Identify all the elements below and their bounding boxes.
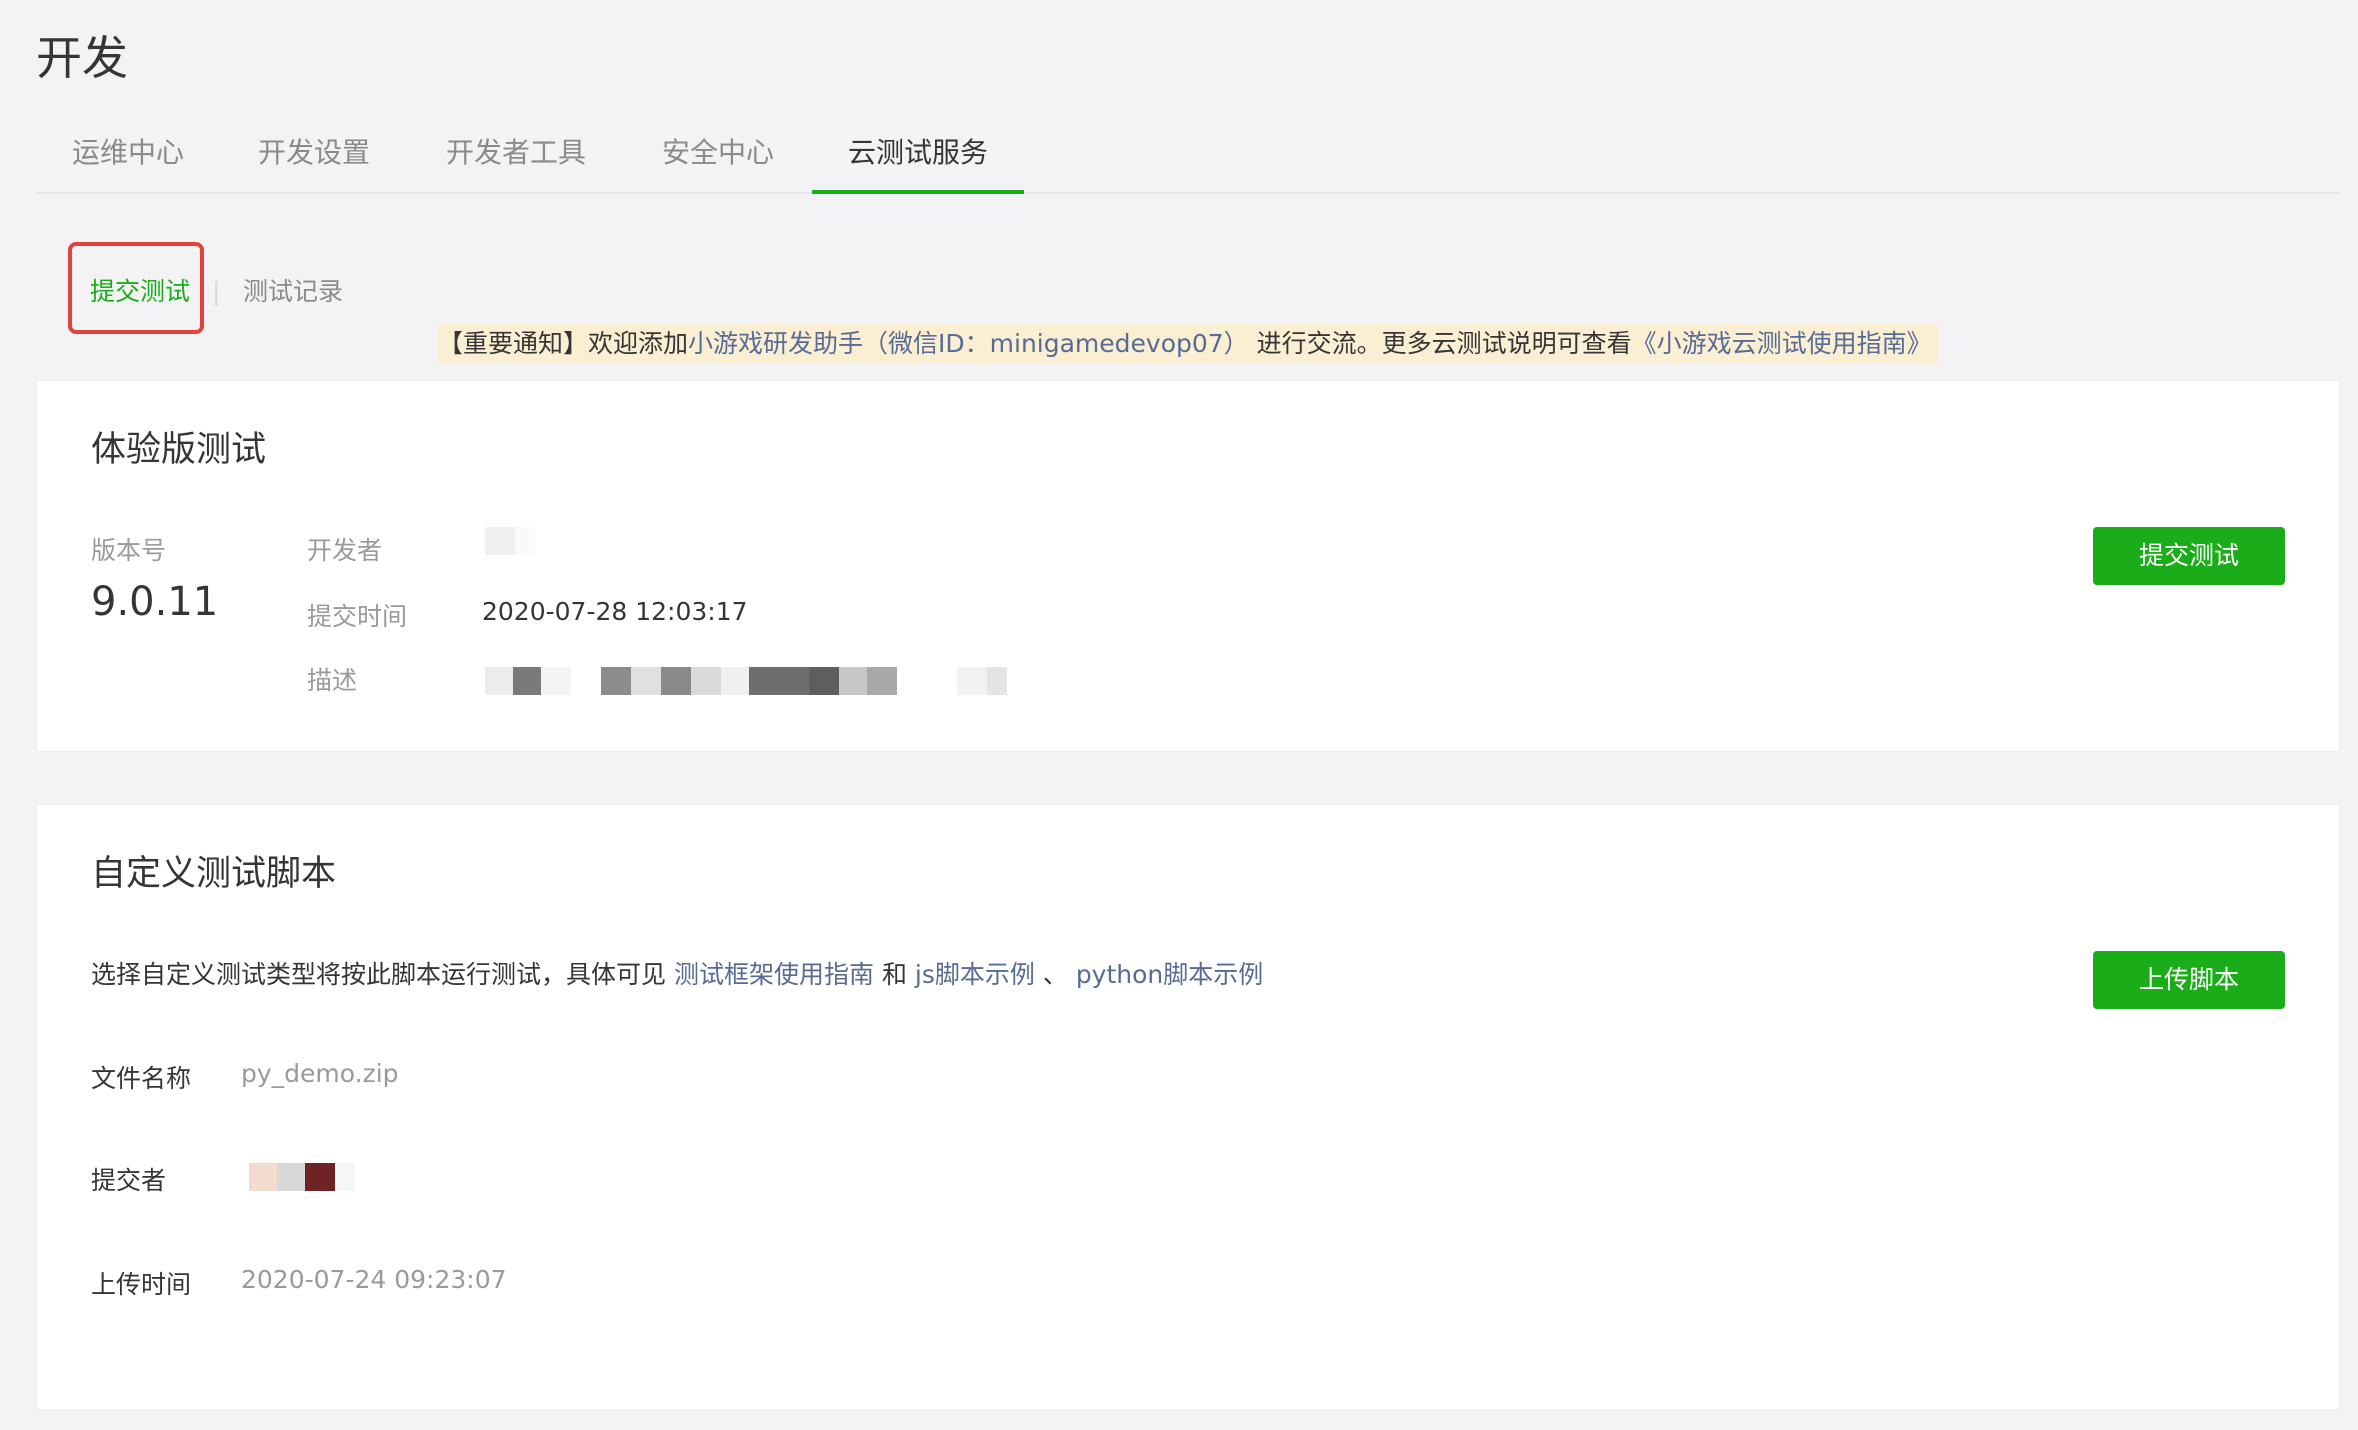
submit-time-value: 2020-07-28 12:03:17 xyxy=(482,597,748,626)
notice-assistant-link[interactable]: 小游戏研发助手（微信ID：minigamedevop07） xyxy=(688,329,1249,358)
subnav-separator: | xyxy=(212,277,221,306)
script-card-title: 自定义测试脚本 xyxy=(91,854,337,894)
developer-label: 开发者 xyxy=(307,536,383,565)
upload-time-label: 上传时间 xyxy=(91,1270,192,1299)
and-text: 和 xyxy=(881,960,907,989)
developer-value-redacted xyxy=(485,527,535,555)
script-desc-prefix: 选择自定义测试类型将按此脚本运行测试，具体可见 xyxy=(91,960,667,989)
js-example-link[interactable]: js脚本示例 xyxy=(915,960,1035,989)
notice-middle: 进行交流。更多云测试说明可查看 xyxy=(1256,329,1632,358)
python-example-link[interactable]: python脚本示例 xyxy=(1076,960,1263,989)
framework-guide-link[interactable]: 测试框架使用指南 xyxy=(674,960,874,989)
page-title: 开发 xyxy=(36,31,128,85)
upload-script-button[interactable]: 上传脚本 xyxy=(2093,951,2285,1009)
tab-bar: 运维中心 开发设置 开发者工具 安全中心 云测试服务 xyxy=(36,128,2340,194)
trial-version-test-card: 体验版测试 版本号 9.0.11 开发者 提交时间 2020-07-28 12:… xyxy=(36,380,2340,752)
submitter-label: 提交者 xyxy=(91,1166,167,1195)
submit-time-label: 提交时间 xyxy=(307,602,408,631)
separator-text: 、 xyxy=(1042,960,1068,989)
version-label: 版本号 xyxy=(91,536,167,565)
version-number: 9.0.11 xyxy=(91,579,219,625)
trial-card-title: 体验版测试 xyxy=(91,430,267,470)
upload-time-value: 2020-07-24 09:23:07 xyxy=(241,1265,507,1294)
submit-test-button[interactable]: 提交测试 xyxy=(2093,527,2285,585)
tab-security-center[interactable]: 安全中心 xyxy=(662,128,774,192)
description-label: 描述 xyxy=(307,666,358,695)
subnav-test-records[interactable]: 测试记录 xyxy=(243,242,343,342)
submitter-value-redacted xyxy=(249,1163,355,1191)
file-name-label: 文件名称 xyxy=(91,1064,192,1093)
page-root: 开发 运维中心 开发设置 开发者工具 安全中心 云测试服务 提交测试 | 测试记… xyxy=(0,0,2358,1430)
description-value-redacted xyxy=(485,667,1007,695)
highlight-annotation-box xyxy=(68,242,204,334)
notice-guide-link[interactable]: 《小游戏云测试使用指南》 xyxy=(1632,329,1932,358)
script-description: 选择自定义测试类型将按此脚本运行测试，具体可见 测试框架使用指南 和 js脚本示… xyxy=(91,955,1263,991)
important-notice-banner: 【重要通知】欢迎添加小游戏研发助手（微信ID：minigamedevop07） … xyxy=(438,324,1938,364)
tab-cloud-test-service[interactable]: 云测试服务 xyxy=(811,128,1025,194)
tab-dev-tools[interactable]: 开发者工具 xyxy=(446,128,586,192)
file-name-value: py_demo.zip xyxy=(241,1059,399,1088)
tab-dev-settings[interactable]: 开发设置 xyxy=(258,128,370,192)
tab-ops-center[interactable]: 运维中心 xyxy=(72,128,184,192)
notice-prefix: 【重要通知】欢迎添加 xyxy=(438,329,689,358)
custom-test-script-card: 自定义测试脚本 选择自定义测试类型将按此脚本运行测试，具体可见 测试框架使用指南… xyxy=(36,804,2340,1410)
